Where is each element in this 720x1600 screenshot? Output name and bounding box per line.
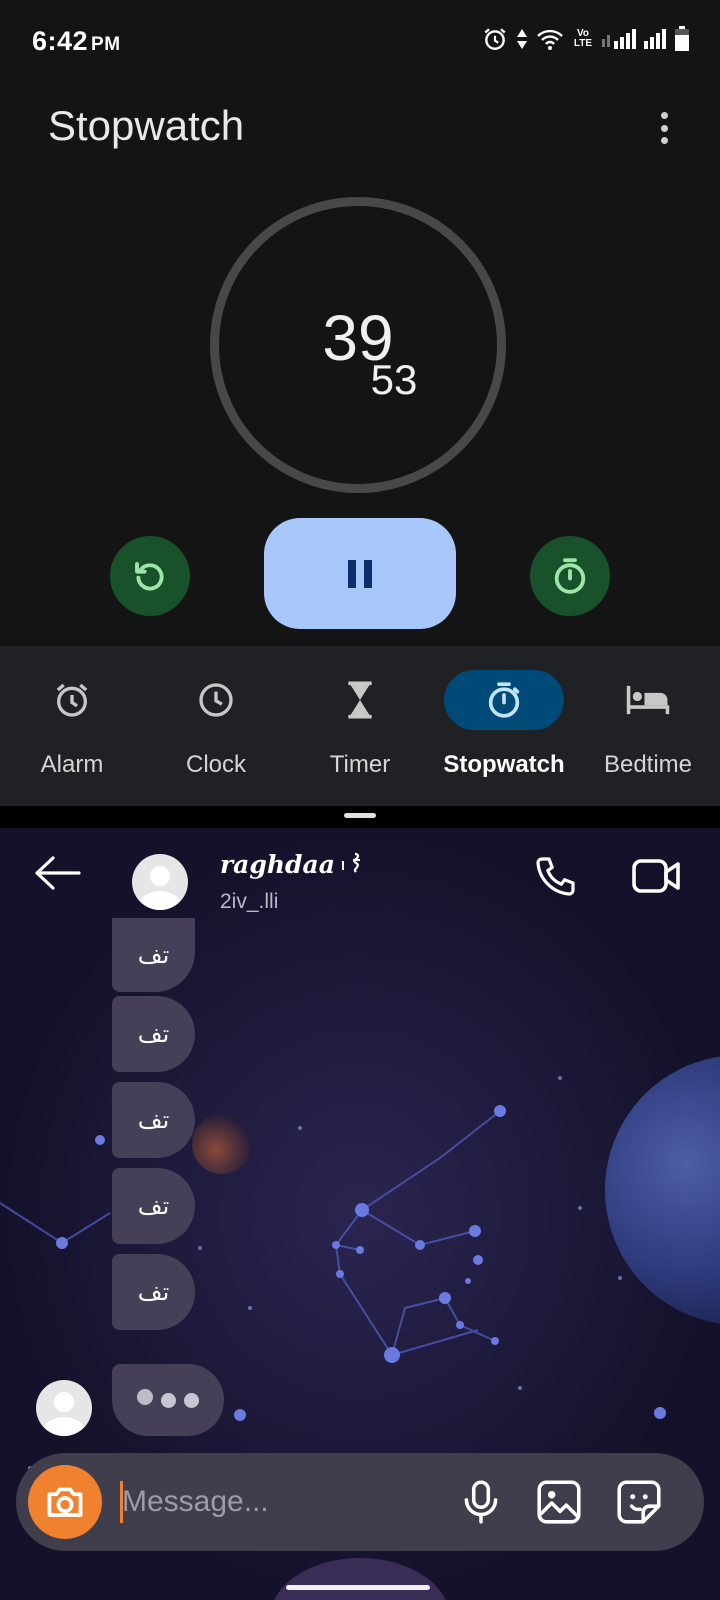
nav-label-timer: Timer: [329, 751, 391, 778]
typing-dot: [161, 1392, 176, 1408]
alarm-icon: [56, 683, 88, 717]
overflow-menu-icon[interactable]: [652, 108, 676, 148]
status-ampm: PM: [91, 34, 121, 55]
reset-icon: [135, 562, 164, 591]
message-input[interactable]: [122, 1477, 442, 1527]
back-button[interactable]: [32, 848, 82, 898]
battery-icon: [675, 26, 689, 51]
chat-header: raghdaa 2iv_.lli: [0, 828, 720, 918]
nav-item-bedtime[interactable]: Bedtime: [576, 646, 720, 806]
message-bubble[interactable]: تف: [112, 1082, 195, 1158]
hourglass-icon: [348, 681, 372, 719]
stopwatch-dial[interactable]: 39 53: [210, 197, 506, 493]
pause-icon: [348, 559, 372, 588]
nav-label-bedtime: Bedtime: [603, 751, 693, 778]
stopwatch-icon: [488, 682, 520, 718]
nav-item-timer[interactable]: Timer: [288, 646, 432, 806]
volte-icon: Vo LTE: [572, 29, 594, 49]
image-icon: [537, 1480, 581, 1524]
lap-timer-icon: [554, 558, 586, 594]
message-bubble[interactable]: تف: [112, 1254, 195, 1330]
volte-line2: LTE: [573, 38, 593, 49]
nav-item-alarm[interactable]: Alarm: [0, 646, 144, 806]
sticker-icon: [617, 1480, 661, 1524]
default-avatar-icon: [140, 866, 180, 910]
message-bubble[interactable]: تف: [112, 996, 195, 1072]
typing-dot: [137, 1389, 153, 1405]
typing-indicator: [112, 1364, 224, 1436]
signal-1-icon: [602, 29, 636, 49]
bed-icon: [626, 685, 670, 715]
default-avatar-icon: [44, 1392, 84, 1436]
nav-pill: [156, 670, 276, 730]
contact-handle: 2iv_.lli: [220, 890, 279, 913]
message-bubble[interactable]: تف: [112, 1168, 195, 1244]
video-call-button[interactable]: [630, 852, 684, 900]
home-indicator[interactable]: [286, 1585, 430, 1590]
status-icons: Vo LTE: [482, 26, 690, 52]
message-bubble[interactable]: تف: [112, 918, 195, 992]
nav-item-stopwatch[interactable]: Stopwatch: [432, 646, 576, 806]
nav-pill-active: [444, 670, 564, 730]
clock-app: 6:42 PM Vo LTE Stopwatch 39 53 Alarm Clo…: [0, 0, 720, 806]
contact-name-text: raghdaa: [220, 850, 335, 879]
name-glyph-icon: [341, 852, 360, 873]
alarm-status-icon: [484, 28, 506, 50]
clock-icon: [199, 683, 233, 717]
microphone-icon: [464, 1480, 498, 1524]
sticker-button[interactable]: [614, 1477, 664, 1527]
signal-2-icon: [644, 29, 666, 49]
page-title: Stopwatch: [48, 102, 245, 149]
wifi-icon: [537, 29, 563, 50]
nav-item-clock[interactable]: Clock: [144, 646, 288, 806]
status-clock: 6:42: [32, 26, 89, 56]
bottom-nav: Alarm Clock Timer Stopwatch Bedtime: [0, 646, 720, 806]
chat-screen: raghdaa 2iv_.lli تف تف تف تف تف: [0, 828, 720, 1600]
nav-pill: [588, 670, 708, 730]
divider-handle[interactable]: [344, 813, 376, 818]
nav-pill: [300, 670, 420, 730]
gallery-button[interactable]: [534, 1477, 584, 1527]
data-arrows-icon: [517, 29, 527, 49]
camera-button[interactable]: [28, 1465, 102, 1539]
nav-pill: [12, 670, 132, 730]
split-screen-divider[interactable]: [0, 806, 720, 828]
nav-label-clock: Clock: [185, 751, 246, 778]
nav-label-alarm: Alarm: [40, 751, 104, 778]
typing-avatar: [36, 1380, 92, 1436]
contact-name[interactable]: raghdaa: [220, 850, 369, 879]
status-time: 6:42 PM: [32, 26, 121, 57]
phone-icon: [536, 857, 575, 896]
pause-button[interactable]: [264, 518, 456, 629]
stopwatch-hundredths: 53: [370, 356, 418, 403]
typing-dot: [184, 1392, 199, 1408]
video-camera-icon: [632, 859, 680, 893]
message-composer: [16, 1453, 704, 1551]
reset-button[interactable]: [110, 536, 190, 616]
status-bar: 6:42 PM Vo LTE: [0, 0, 720, 80]
voice-call-button[interactable]: [532, 852, 580, 900]
back-arrow-icon: [35, 856, 81, 890]
camera-icon: [47, 1487, 83, 1517]
voice-message-button[interactable]: [456, 1477, 506, 1527]
contact-avatar[interactable]: [132, 854, 188, 910]
lap-button[interactable]: [530, 536, 610, 616]
nav-label-stopwatch: Stopwatch: [443, 751, 565, 778]
